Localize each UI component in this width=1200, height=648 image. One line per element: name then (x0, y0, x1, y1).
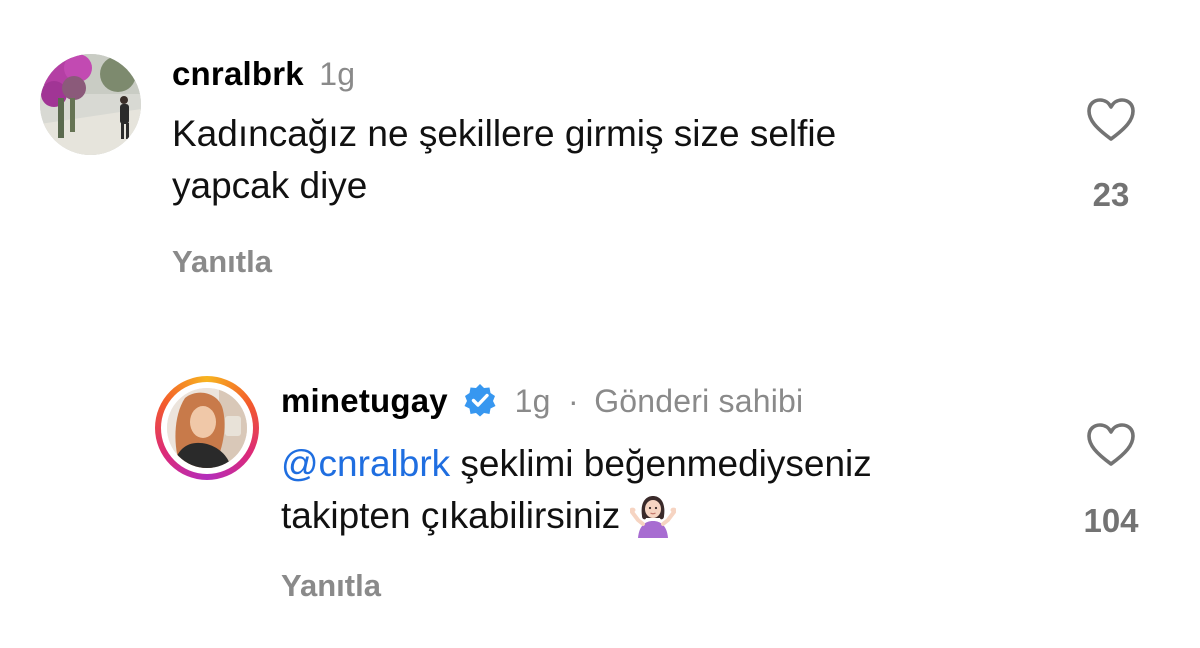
avatar-photo (167, 388, 247, 468)
meta-separator: · (567, 383, 579, 419)
avatar[interactable] (40, 54, 141, 155)
reply-text-segment: şeklimi beğenmediyseniz (450, 443, 872, 484)
reply-username[interactable]: minetugay 1g · Gönderi sahibi (281, 382, 803, 420)
author-badge: Gönderi sahibi (594, 383, 804, 419)
heart-icon[interactable] (1086, 422, 1136, 468)
comment-timestamp: 1g (319, 56, 356, 92)
reply-timestamp: 1g (514, 383, 551, 419)
username-label[interactable]: cnralbrk (172, 55, 304, 92)
username-label[interactable]: minetugay (281, 382, 448, 419)
heart-icon[interactable] (1086, 97, 1136, 143)
comment-item: cnralbrk 1g Kadıncağız ne şekillere girm… (0, 0, 1200, 300)
reply-button[interactable]: Yanıtla (281, 568, 381, 604)
avatar[interactable] (167, 388, 247, 468)
like-count: 104 (1083, 502, 1139, 539)
mention-link[interactable]: @cnralbrk (281, 443, 450, 484)
avatar-photo (40, 54, 141, 155)
reply-text-line: takipten çıkabilirsiniz (281, 490, 1181, 542)
reply-text-line: @cnralbrk şeklimi beğenmediyseniz (281, 438, 1181, 490)
verified-badge-icon (464, 384, 496, 417)
reply-text: @cnralbrk şeklimi beğenmediyseniz takipt… (281, 438, 1181, 542)
comment-text: Kadıncağız ne şekillere girmiş size self… (172, 108, 1072, 212)
avatar-story-ring[interactable] (155, 376, 259, 480)
reply-button[interactable]: Yanıtla (172, 244, 272, 280)
comment-username[interactable]: cnralbrk 1g (172, 55, 355, 93)
comment-text-line: Kadıncağız ne şekillere girmiş size self… (172, 113, 837, 154)
reply-item: minetugay 1g · Gönderi sahibi @cnralbrk … (0, 370, 1200, 648)
reply-text-segment: takipten çıkabilirsiniz (281, 495, 621, 536)
like-count: 23 (1092, 176, 1130, 213)
comment-text-line: yapcak diye (172, 165, 368, 206)
woman-shrugging-emoji (630, 496, 677, 538)
